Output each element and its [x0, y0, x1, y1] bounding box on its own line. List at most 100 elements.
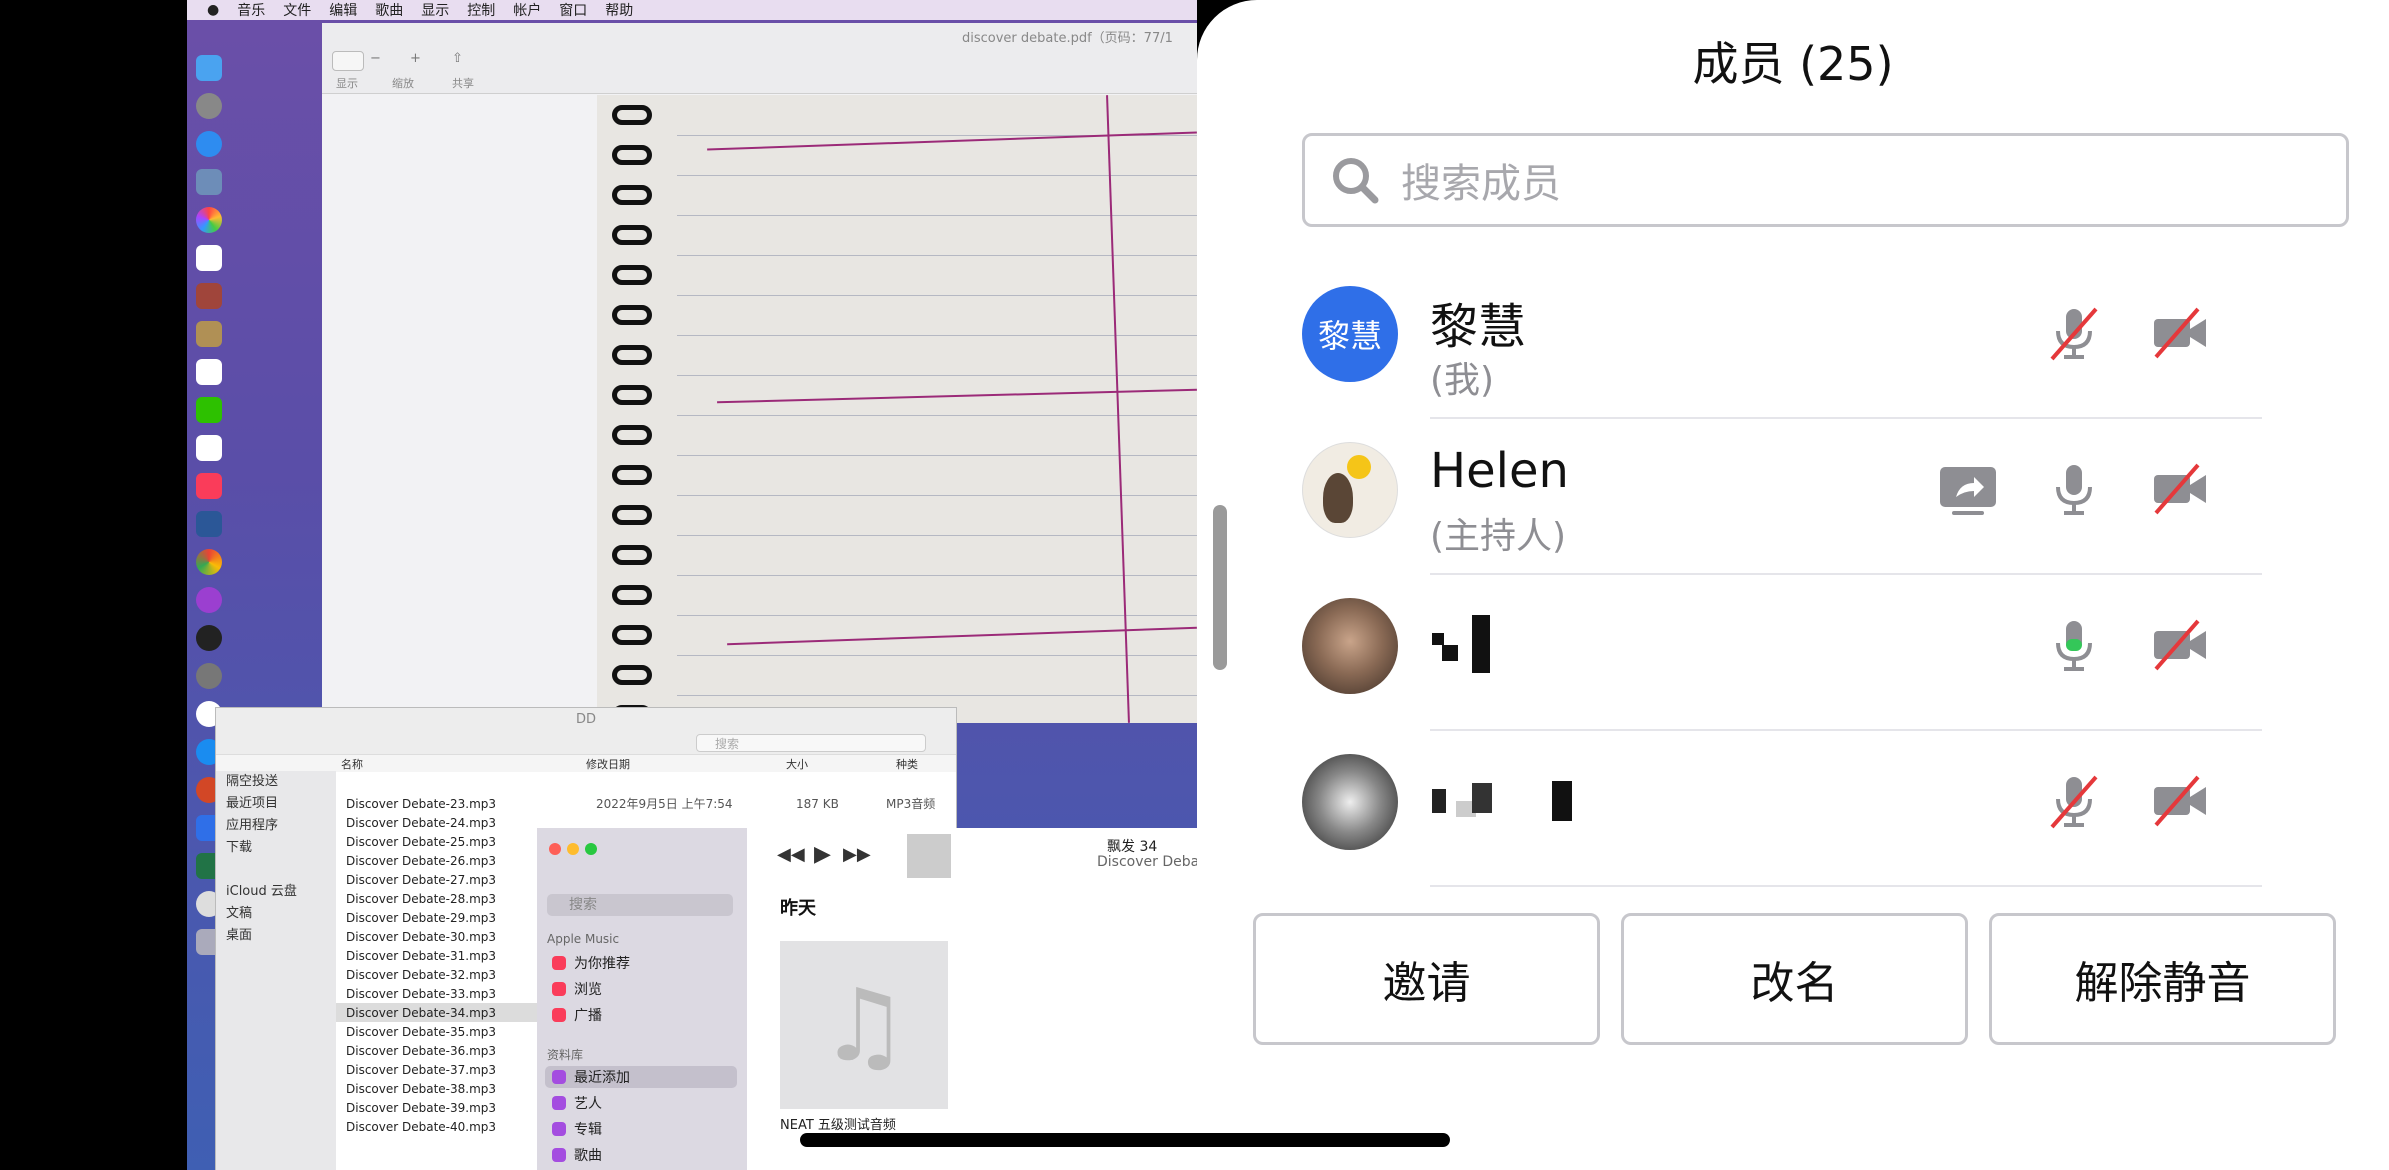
apple-icon[interactable]: ●: [207, 2, 219, 18]
share-icon[interactable]: ⇧: [452, 51, 474, 69]
sidebar-item-downloads[interactable]: 下载: [226, 837, 336, 859]
word-icon[interactable]: [196, 511, 222, 537]
menu-control[interactable]: 控制: [467, 0, 495, 20]
file-name: Discover Debate-31.mp3: [346, 948, 497, 963]
spiral-coil: [612, 545, 652, 565]
menu-account[interactable]: 帐户: [513, 0, 541, 20]
sidebar-item-artists[interactable]: 艺人: [552, 1092, 602, 1114]
section-heading: 昨天: [780, 898, 816, 919]
finder-title: DD: [576, 712, 597, 727]
preview-icon[interactable]: [196, 169, 222, 195]
sidebar-item-recently-added[interactable]: 最近添加: [545, 1066, 737, 1088]
scrollbar[interactable]: [1213, 505, 1227, 670]
search-placeholder: 搜索成员: [1401, 161, 1561, 207]
spiral-coil: [612, 305, 652, 325]
notes-icon[interactable]: [196, 321, 222, 347]
spiral-coil: [612, 265, 652, 285]
radio-icon: [552, 1008, 566, 1022]
launchpad-icon[interactable]: [196, 93, 222, 119]
album-icon: [552, 1122, 566, 1136]
ruled-line: [677, 495, 1197, 496]
file-size: 187 KB: [796, 796, 839, 811]
file-name: Discover Debate-25.mp3: [346, 834, 497, 849]
zoom-out-icon[interactable]: −: [370, 51, 392, 69]
table-row[interactable]: Discover Debate-23.mp3 2022年9月5日 上午7:54 …: [336, 794, 956, 813]
sidebar-item-airdrop[interactable]: 隔空投送: [226, 771, 336, 793]
member-row[interactable]: [1302, 731, 2262, 887]
sidebar-item-label: 艺人: [574, 1096, 602, 1112]
pdf-view-button[interactable]: [332, 51, 364, 71]
calendar-icon[interactable]: [196, 359, 222, 385]
forward-icon[interactable]: ▶▶: [843, 844, 871, 865]
file-date: 2022年9月5日 上午7:54: [596, 797, 733, 811]
sidebar-item-documents[interactable]: 文稿: [226, 903, 336, 925]
safari-icon[interactable]: [196, 131, 222, 157]
search-input[interactable]: 搜索成员: [1302, 133, 2349, 227]
photos-icon[interactable]: [196, 207, 222, 233]
textedit-icon[interactable]: [196, 435, 222, 461]
file-name: Discover Debate-34.mp3: [346, 1005, 497, 1020]
sidebar-item-for-you[interactable]: 为你推荐: [552, 952, 630, 974]
menu-music[interactable]: 音乐: [237, 0, 265, 20]
sidebar-item-browse[interactable]: 浏览: [552, 978, 602, 1000]
ruled-line: [677, 175, 1197, 176]
dictionary-icon[interactable]: [196, 283, 222, 309]
spiral-coil: [612, 505, 652, 525]
ruled-line: [677, 335, 1197, 336]
system-preferences-icon[interactable]: [196, 663, 222, 689]
sidebar-item-icloud[interactable]: iCloud 云盘: [226, 881, 336, 903]
sidebar-item-albums[interactable]: 专辑: [552, 1118, 602, 1140]
finder-search[interactable]: 搜索: [696, 734, 926, 752]
file-name: Discover Debate-27.mp3: [346, 872, 497, 887]
member-row[interactable]: 黎慧 黎慧 (我): [1302, 263, 2262, 419]
menu-view[interactable]: 显示: [421, 0, 449, 20]
zoom-button[interactable]: [585, 843, 597, 855]
reminders-icon[interactable]: [196, 245, 222, 271]
finder-icon[interactable]: [196, 55, 222, 81]
podcasts-icon[interactable]: [196, 587, 222, 613]
note-icon: [552, 1148, 566, 1162]
sidebar-item-recents[interactable]: 最近项目: [226, 793, 336, 815]
member-row[interactable]: [1302, 575, 2262, 731]
file-name: Discover Debate-33.mp3: [346, 986, 497, 1001]
qq-icon[interactable]: [196, 625, 222, 651]
music-icon[interactable]: [196, 473, 222, 499]
section-library: 资料库: [547, 1048, 584, 1062]
home-indicator[interactable]: [800, 1133, 1450, 1147]
menu-help[interactable]: 帮助: [605, 0, 633, 20]
rewind-icon[interactable]: ◀◀: [777, 844, 805, 865]
sidebar-item-songs[interactable]: 歌曲: [552, 1144, 602, 1166]
col-kind[interactable]: 种类: [896, 756, 918, 772]
zoom-in-icon[interactable]: +: [410, 51, 432, 69]
sidebar-item-desktop[interactable]: 桌面: [226, 925, 336, 947]
chrome-icon[interactable]: [196, 549, 222, 575]
invite-button[interactable]: 邀请: [1253, 913, 1600, 1045]
redacted-name: [1432, 771, 1582, 831]
menu-file[interactable]: 文件: [283, 0, 311, 20]
menu-edit[interactable]: 编辑: [329, 0, 357, 20]
ruled-line: [677, 575, 1197, 576]
menu-song[interactable]: 歌曲: [375, 0, 403, 20]
member-row[interactable]: Helen (主持人): [1302, 419, 2262, 575]
spiral-coil: [612, 145, 652, 165]
wechat-icon[interactable]: [196, 397, 222, 423]
col-date[interactable]: 修改日期: [586, 756, 630, 772]
menu-window[interactable]: 窗口: [559, 0, 587, 20]
toolbar-label-zoom: 缩放: [392, 77, 414, 90]
file-name: Discover Debate-26.mp3: [346, 853, 497, 868]
play-icon[interactable]: ▶: [814, 842, 831, 867]
unmute-button[interactable]: 解除静音: [1989, 913, 2336, 1045]
close-button[interactable]: [549, 843, 561, 855]
col-size[interactable]: 大小: [786, 756, 808, 772]
member-role: (主持人): [1430, 516, 1567, 557]
sidebar-item-applications[interactable]: 应用程序: [226, 815, 336, 837]
avatar-text: 黎慧: [1317, 317, 1382, 355]
pdf-toolbar: discover debate.pdf（页码：77/1 − + ⇧ 显示 缩放 …: [322, 23, 1197, 94]
rename-button[interactable]: 改名: [1621, 913, 1968, 1045]
album-artwork[interactable]: ♫: [780, 941, 948, 1109]
minimize-button[interactable]: [567, 843, 579, 855]
music-search-input[interactable]: 搜索: [547, 894, 733, 916]
col-name[interactable]: 名称: [341, 756, 363, 772]
sidebar-item-radio[interactable]: 广播: [552, 1004, 602, 1026]
file-name: Discover Debate-28.mp3: [346, 891, 497, 906]
